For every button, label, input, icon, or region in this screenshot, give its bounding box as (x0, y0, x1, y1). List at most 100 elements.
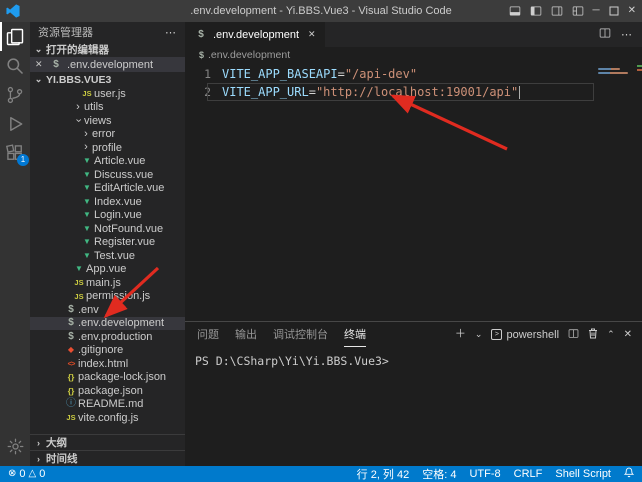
tree-item-package-lock.json[interactable]: {}package-lock.json (30, 371, 185, 385)
overview-ruler (637, 63, 642, 321)
file-name: package-lock.json (78, 371, 166, 383)
error-icon: ⊗ (8, 469, 16, 479)
panel-tab-问题[interactable]: 问题 (197, 322, 219, 347)
encoding-status[interactable]: UTF-8 (469, 468, 500, 480)
layout-sidebar-icon[interactable] (530, 5, 542, 17)
tab-label: .env.development (213, 29, 299, 41)
tree-item-index.html[interactable]: <>index.html (30, 357, 185, 371)
terminal-dropdown-icon[interactable]: ⌄ (475, 330, 483, 339)
tree-item-.env[interactable]: $.env (30, 303, 185, 317)
new-terminal-icon[interactable]: ＋ (455, 329, 466, 340)
tree-item-Index.vue[interactable]: ▼Index.vue (30, 195, 185, 209)
source-control-icon[interactable] (0, 80, 30, 109)
tree-item-Article.vue[interactable]: ▼Article.vue (30, 155, 185, 169)
settings-gear-icon[interactable] (0, 432, 30, 461)
vue-file-icon: ▼ (80, 238, 94, 246)
tree-item-vite.config.js[interactable]: JSvite.config.js (30, 411, 185, 425)
layout-panel-icon[interactable] (509, 5, 521, 17)
maximize-panel-icon[interactable]: ⌃ (607, 330, 615, 339)
tree-item-main.js[interactable]: JSmain.js (30, 276, 185, 290)
close-panel-icon[interactable]: ✕ (624, 330, 632, 340)
tree-item-Discuss.vue[interactable]: ▼Discuss.vue (30, 168, 185, 182)
open-editor-item[interactable]: ✕ $ .env.development (30, 57, 185, 72)
html-file-icon: <> (64, 360, 78, 368)
tree-item-.env.development[interactable]: $.env.development (30, 317, 185, 331)
shell-selector[interactable]: > powershell (491, 329, 559, 341)
extensions-icon[interactable]: 1 (0, 138, 30, 167)
tree-item-user.js[interactable]: JSuser.js (30, 87, 185, 101)
minimap-line (598, 72, 628, 74)
env-file-icon: $ (49, 60, 63, 70)
text-cursor (519, 86, 520, 99)
file-name: views (84, 115, 112, 127)
tree-item-views[interactable]: ›views (30, 114, 185, 128)
file-tree: JSuser.js›utils›views›error›profile▼Arti… (30, 87, 185, 434)
customize-layout-icon[interactable] (572, 5, 584, 17)
tree-item-NotFound.vue[interactable]: ▼NotFound.vue (30, 222, 185, 236)
ruler-mark (637, 69, 642, 71)
panel-tab-输出[interactable]: 输出 (235, 322, 257, 347)
kill-terminal-icon[interactable] (588, 328, 598, 342)
tree-item-permission.js[interactable]: JSpermission.js (30, 290, 185, 304)
tab-close-icon[interactable]: ✕ (308, 29, 316, 40)
panel-tab-终端[interactable]: 终端 (344, 322, 366, 347)
notifications-bell-icon[interactable] (624, 467, 634, 481)
timeline-section[interactable]: › 时间线 (30, 450, 185, 466)
minimize-button[interactable]: ─ (593, 6, 600, 16)
tree-item-Test.vue[interactable]: ▼Test.vue (30, 249, 185, 263)
editor-more-actions-icon[interactable]: ⋯ (621, 28, 632, 41)
tree-item-profile[interactable]: ›profile (30, 141, 185, 155)
chevron-right-icon: › (80, 142, 92, 153)
tab-env-development[interactable]: $ .env.development ✕ (185, 22, 325, 47)
tree-item-EditArticle.vue[interactable]: ▼EditArticle.vue (30, 182, 185, 196)
tree-item-.gitignore[interactable]: ◆.gitignore (30, 344, 185, 358)
breadcrumb[interactable]: $ .env.development (185, 47, 642, 63)
language-mode[interactable]: Shell Script (555, 468, 611, 480)
json-file-icon: {} (64, 387, 78, 396)
code-text: VITE_APP_URL="http://localhost:19001/api… (222, 83, 520, 101)
terminal-prompt: PS D:\CSharp\Yi\Yi.BBS.Vue3> (195, 354, 389, 368)
code-editor[interactable]: 1VITE_APP_BASEAPI="/api-dev"2VITE_APP_UR… (185, 63, 642, 321)
run-debug-icon[interactable] (0, 109, 30, 138)
file-name: profile (92, 142, 122, 154)
sidebar-more-actions-icon[interactable]: ⋯ (165, 26, 177, 39)
search-icon[interactable] (0, 51, 30, 80)
tree-item-utils[interactable]: ›utils (30, 101, 185, 115)
code-line-2[interactable]: 2VITE_APP_URL="http://localhost:19001/ap… (185, 83, 642, 101)
cursor-position[interactable]: 行 2, 列 42 (357, 466, 410, 482)
tree-item-App.vue[interactable]: ▼App.vue (30, 263, 185, 277)
minimap[interactable] (598, 66, 632, 76)
project-section-header[interactable]: ⌄ YI.BBS.VUE3 (30, 72, 185, 87)
extensions-badge: 1 (17, 154, 29, 166)
maximize-button[interactable] (609, 6, 619, 16)
explorer-icon[interactable] (0, 22, 30, 51)
open-editors-section[interactable]: ⌄ 打开的编辑器 (30, 42, 185, 57)
panel-tab-调试控制台[interactable]: 调试控制台 (273, 322, 328, 347)
indentation-status[interactable]: 空格: 4 (422, 466, 456, 482)
tree-item-.env.production[interactable]: $.env.production (30, 330, 185, 344)
env-file-icon: $ (64, 318, 78, 328)
vue-file-icon: ▼ (80, 225, 94, 233)
error-count: 0 (19, 468, 25, 480)
eol-status[interactable]: CRLF (514, 468, 543, 480)
vscode-logo-icon (6, 4, 24, 18)
close-editor-icon[interactable]: ✕ (35, 59, 45, 70)
tree-item-error[interactable]: ›error (30, 128, 185, 142)
file-name: Discuss.vue (94, 169, 153, 181)
chevron-right-icon: › (80, 129, 92, 140)
tree-item-README.md[interactable]: ⓘREADME.md (30, 398, 185, 412)
tree-item-package.json[interactable]: {}package.json (30, 384, 185, 398)
problems-status[interactable]: ⊗ 0 △ 0 (8, 468, 45, 480)
tree-item-Login.vue[interactable]: ▼Login.vue (30, 209, 185, 223)
layout-secondary-sidebar-icon[interactable] (551, 5, 563, 17)
code-line-1[interactable]: 1VITE_APP_BASEAPI="/api-dev" (185, 65, 642, 83)
file-name: .env.production (78, 331, 152, 343)
tree-item-Register.vue[interactable]: ▼Register.vue (30, 236, 185, 250)
info-file-icon: ⓘ (64, 399, 78, 409)
outline-section[interactable]: › 大纲 (30, 434, 185, 450)
terminal-output[interactable]: PS D:\CSharp\Yi\Yi.BBS.Vue3> (185, 347, 642, 466)
close-button[interactable]: ✕ (628, 6, 636, 16)
split-terminal-icon[interactable] (568, 328, 579, 342)
line-number: 1 (185, 65, 211, 83)
split-editor-icon[interactable] (599, 27, 611, 42)
